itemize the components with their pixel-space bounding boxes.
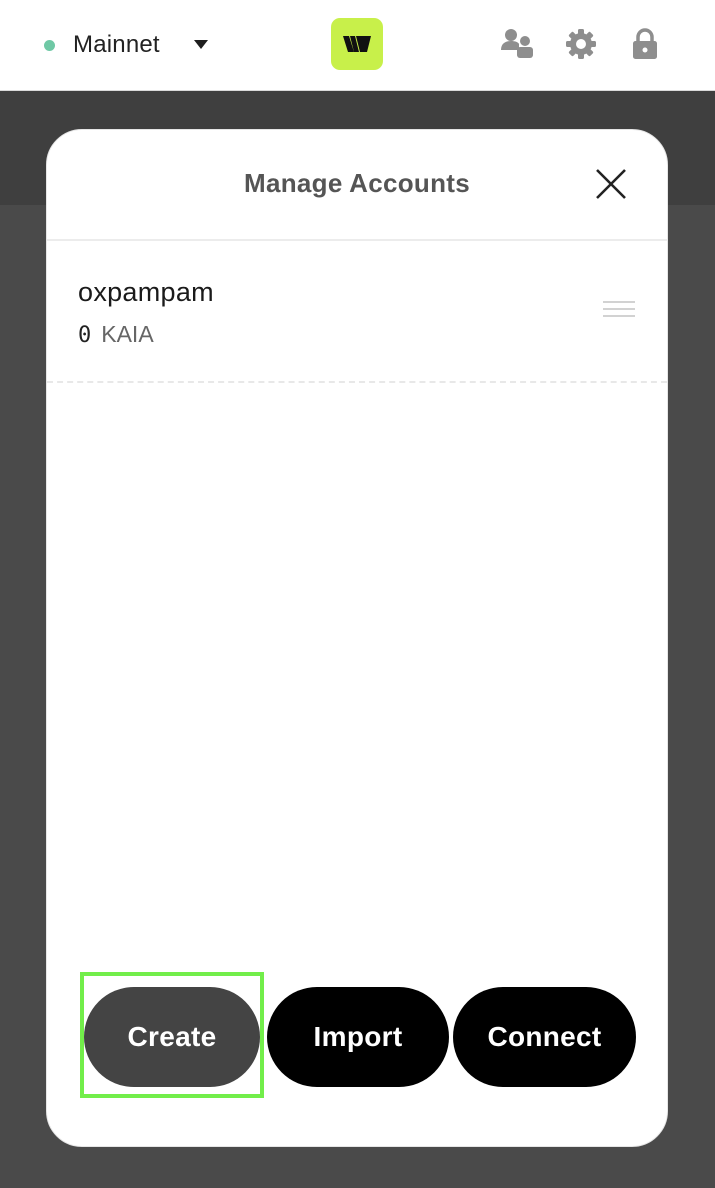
- network-status-dot: [44, 39, 55, 51]
- balance-unit: KAIA: [101, 321, 154, 347]
- network-label: Mainnet: [73, 31, 160, 58]
- account-balance: 0 KAIA: [78, 321, 154, 348]
- account-list-item[interactable]: oxpampam 0 KAIA: [47, 241, 667, 381]
- chevron-down-icon: [193, 39, 208, 49]
- modal-title: Manage Accounts: [243, 168, 471, 198]
- gear-icon[interactable]: [561, 24, 601, 64]
- network-selector[interactable]: Mainnet: [44, 26, 208, 64]
- balance-amount: 0: [78, 323, 92, 348]
- top-bar: Mainnet: [0, 0, 715, 91]
- connect-button[interactable]: Connect: [453, 987, 636, 1087]
- drag-handle-icon[interactable]: [603, 301, 635, 321]
- close-icon[interactable]: [593, 166, 629, 202]
- create-button[interactable]: Create: [84, 987, 260, 1087]
- wallet-logo[interactable]: [331, 18, 383, 70]
- manage-accounts-modal: Manage Accounts oxpampam 0 KAIA Create I…: [46, 129, 668, 1147]
- logo-icon: [343, 36, 371, 52]
- account-name: oxpampam: [78, 277, 214, 307]
- accounts-icon[interactable]: [497, 24, 537, 64]
- import-button[interactable]: Import: [267, 987, 449, 1087]
- divider: [47, 381, 667, 383]
- lock-icon[interactable]: [625, 24, 665, 64]
